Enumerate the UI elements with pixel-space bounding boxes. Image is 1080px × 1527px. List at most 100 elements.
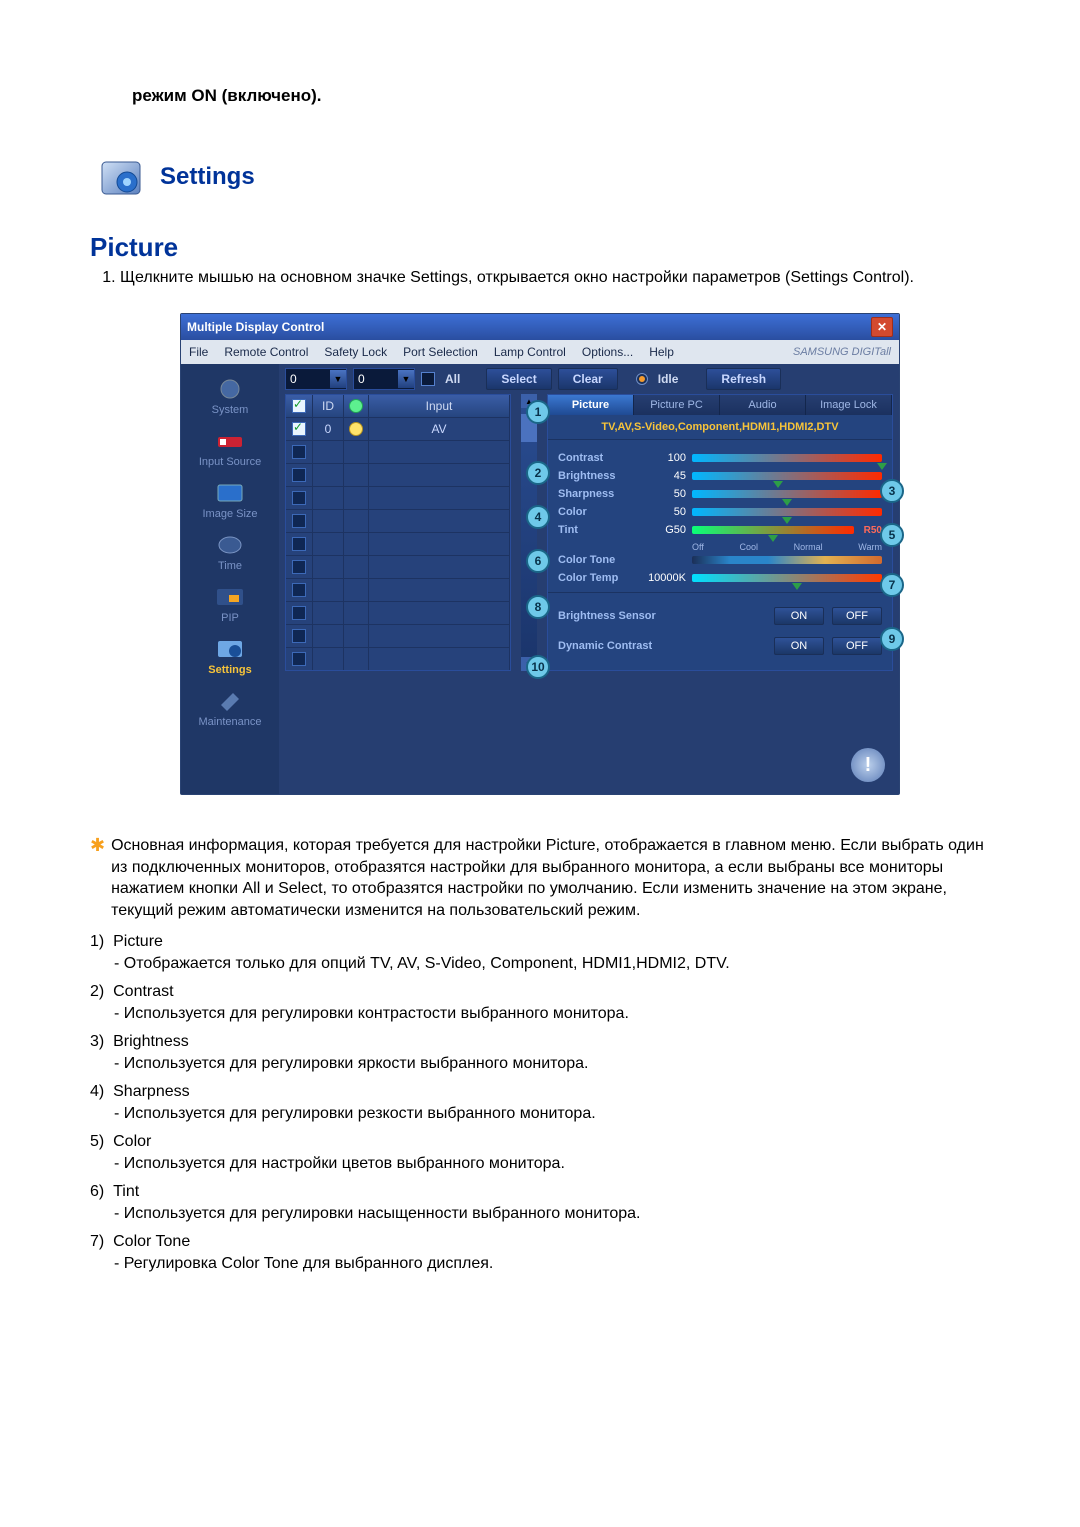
callout-5: 5 bbox=[880, 523, 904, 547]
row-id: 0 bbox=[313, 418, 344, 440]
panel-note: TV,AV,S-Video,Component,HDMI1,HDMI2,DTV bbox=[548, 415, 892, 440]
row-checkbox[interactable] bbox=[292, 560, 306, 574]
row-checkbox[interactable] bbox=[292, 468, 306, 482]
clear-button[interactable]: Clear bbox=[558, 368, 618, 390]
callout-1: 1 bbox=[526, 400, 550, 424]
callout-10: 10 bbox=[526, 655, 550, 679]
sidebar-item-pip[interactable]: PIP bbox=[181, 578, 279, 630]
callout-9: 9 bbox=[880, 627, 904, 651]
row-checkbox[interactable] bbox=[292, 445, 306, 459]
settings-icon bbox=[96, 152, 146, 202]
app-window: Multiple Display Control ✕ File Remote C… bbox=[180, 313, 900, 795]
on-button[interactable]: ON bbox=[774, 607, 824, 625]
menu-options[interactable]: Options... bbox=[582, 345, 633, 359]
menu-port[interactable]: Port Selection bbox=[403, 345, 478, 359]
sidebar-item-label: Settings bbox=[208, 664, 251, 676]
header-checkbox[interactable] bbox=[292, 399, 306, 413]
off-button[interactable]: OFF bbox=[832, 607, 882, 625]
menu-file[interactable]: File bbox=[189, 345, 208, 359]
menu-lamp[interactable]: Lamp Control bbox=[494, 345, 566, 359]
sidebar-item-label: Input Source bbox=[199, 456, 261, 468]
slider-value: 45 bbox=[642, 470, 686, 482]
callout-4: 4 bbox=[526, 505, 550, 529]
row-input: AV bbox=[369, 418, 510, 440]
row-label: Dynamic Contrast bbox=[558, 640, 678, 652]
slider-value: 100 bbox=[642, 452, 686, 464]
menu-remote[interactable]: Remote Control bbox=[224, 345, 308, 359]
row-checkbox[interactable] bbox=[292, 583, 306, 597]
row-checkbox[interactable] bbox=[292, 652, 306, 666]
all-label: All bbox=[445, 372, 460, 386]
sidebar-item-label: Maintenance bbox=[199, 716, 262, 728]
slider-value: 50 bbox=[642, 488, 686, 500]
sidebar-item-imagesize[interactable]: Image Size bbox=[181, 474, 279, 526]
menu-help[interactable]: Help bbox=[649, 345, 674, 359]
sidebar-item-time[interactable]: Time bbox=[181, 526, 279, 578]
slider-label: Sharpness bbox=[558, 488, 636, 500]
warning-icon: ! bbox=[851, 748, 885, 782]
refresh-button[interactable]: Refresh bbox=[706, 368, 781, 390]
col-input: Input bbox=[369, 395, 510, 417]
row-checkbox[interactable] bbox=[292, 514, 306, 528]
slider-value: G50 bbox=[642, 524, 686, 536]
chevron-down-icon[interactable]: ▼ bbox=[330, 370, 346, 388]
slider-brightness[interactable]: Brightness 45 bbox=[548, 466, 892, 484]
page-heading: Picture bbox=[90, 232, 990, 263]
slider-colortemp[interactable]: Color Temp10000K bbox=[548, 568, 892, 586]
select-value: 0 bbox=[354, 372, 398, 386]
row-checkbox[interactable] bbox=[292, 491, 306, 505]
select-from[interactable]: 0▼ bbox=[285, 368, 347, 390]
slider-label: Tint bbox=[558, 524, 636, 536]
menubar: File Remote Control Safety Lock Port Sel… bbox=[181, 340, 899, 364]
on-button[interactable]: ON bbox=[774, 637, 824, 655]
idle-label: Idle bbox=[658, 372, 679, 386]
section-header: Settings bbox=[96, 152, 990, 202]
slider-sharpness[interactable]: Sharpness 50 bbox=[548, 484, 892, 502]
select-button[interactable]: Select bbox=[486, 368, 551, 390]
callout-7: 7 bbox=[880, 573, 904, 597]
all-checkbox[interactable] bbox=[421, 372, 435, 386]
chevron-down-icon[interactable]: ▼ bbox=[398, 370, 414, 388]
sidebar-item-input[interactable]: Input Source bbox=[181, 422, 279, 474]
tab-picture-pc[interactable]: Picture PC bbox=[634, 395, 720, 415]
col-id: ID bbox=[313, 395, 344, 417]
sidebar: System Input Source Image Size Time PIP … bbox=[181, 364, 279, 794]
select-to[interactable]: 0▼ bbox=[353, 368, 415, 390]
star-icon: ✱ bbox=[90, 835, 105, 921]
table-row[interactable]: 0 AV bbox=[286, 417, 510, 440]
star-note: ✱ Основная информация, которая требуется… bbox=[90, 835, 990, 921]
brightness-sensor-row: Brightness Sensor ON OFF bbox=[548, 601, 892, 631]
sidebar-item-label: System bbox=[212, 404, 249, 416]
slider-label: Contrast bbox=[558, 452, 636, 464]
sidebar-item-maintenance[interactable]: Maintenance bbox=[181, 682, 279, 734]
slider-color[interactable]: Color50 bbox=[548, 502, 892, 520]
menu-safety[interactable]: Safety Lock bbox=[324, 345, 387, 359]
tab-image-lock[interactable]: Image Lock bbox=[806, 395, 892, 415]
settings-panel: Picture Picture PC Audio Image Lock TV,A… bbox=[547, 394, 893, 671]
row-label: Brightness Sensor bbox=[558, 610, 678, 622]
idle-radio[interactable] bbox=[636, 373, 648, 385]
row-checkbox[interactable] bbox=[292, 422, 306, 436]
sidebar-item-label: Image Size bbox=[202, 508, 257, 520]
off-button[interactable]: OFF bbox=[832, 637, 882, 655]
scrollbar[interactable]: ▲▼ bbox=[521, 394, 537, 671]
brand-label: SAMSUNG DIGITall bbox=[793, 346, 891, 358]
row-checkbox[interactable] bbox=[292, 629, 306, 643]
callout-8: 8 bbox=[526, 595, 550, 619]
slider-colortone[interactable]: Color ToneOffCoolNormalWarm bbox=[548, 538, 892, 568]
slider-contrast[interactable]: Contrast 100 bbox=[548, 448, 892, 466]
sidebar-item-label: Time bbox=[218, 560, 242, 572]
slider-label: Brightness bbox=[558, 470, 636, 482]
row-checkbox[interactable] bbox=[292, 606, 306, 620]
sidebar-item-system[interactable]: System bbox=[181, 370, 279, 422]
sidebar-item-settings[interactable]: Settings bbox=[181, 630, 279, 682]
dynamic-contrast-row: Dynamic Contrast ON OFF bbox=[548, 631, 892, 661]
app-title: Multiple Display Control bbox=[187, 320, 324, 334]
slider-tint[interactable]: TintG50R50 bbox=[548, 520, 892, 538]
row-checkbox[interactable] bbox=[292, 537, 306, 551]
tab-picture[interactable]: Picture bbox=[548, 395, 634, 415]
slider-value: 50 bbox=[642, 506, 686, 518]
close-button[interactable]: ✕ bbox=[871, 317, 893, 337]
tab-audio[interactable]: Audio bbox=[720, 395, 806, 415]
toolbar: 0▼ 0▼ All Select Clear Idle Refresh bbox=[285, 368, 893, 390]
